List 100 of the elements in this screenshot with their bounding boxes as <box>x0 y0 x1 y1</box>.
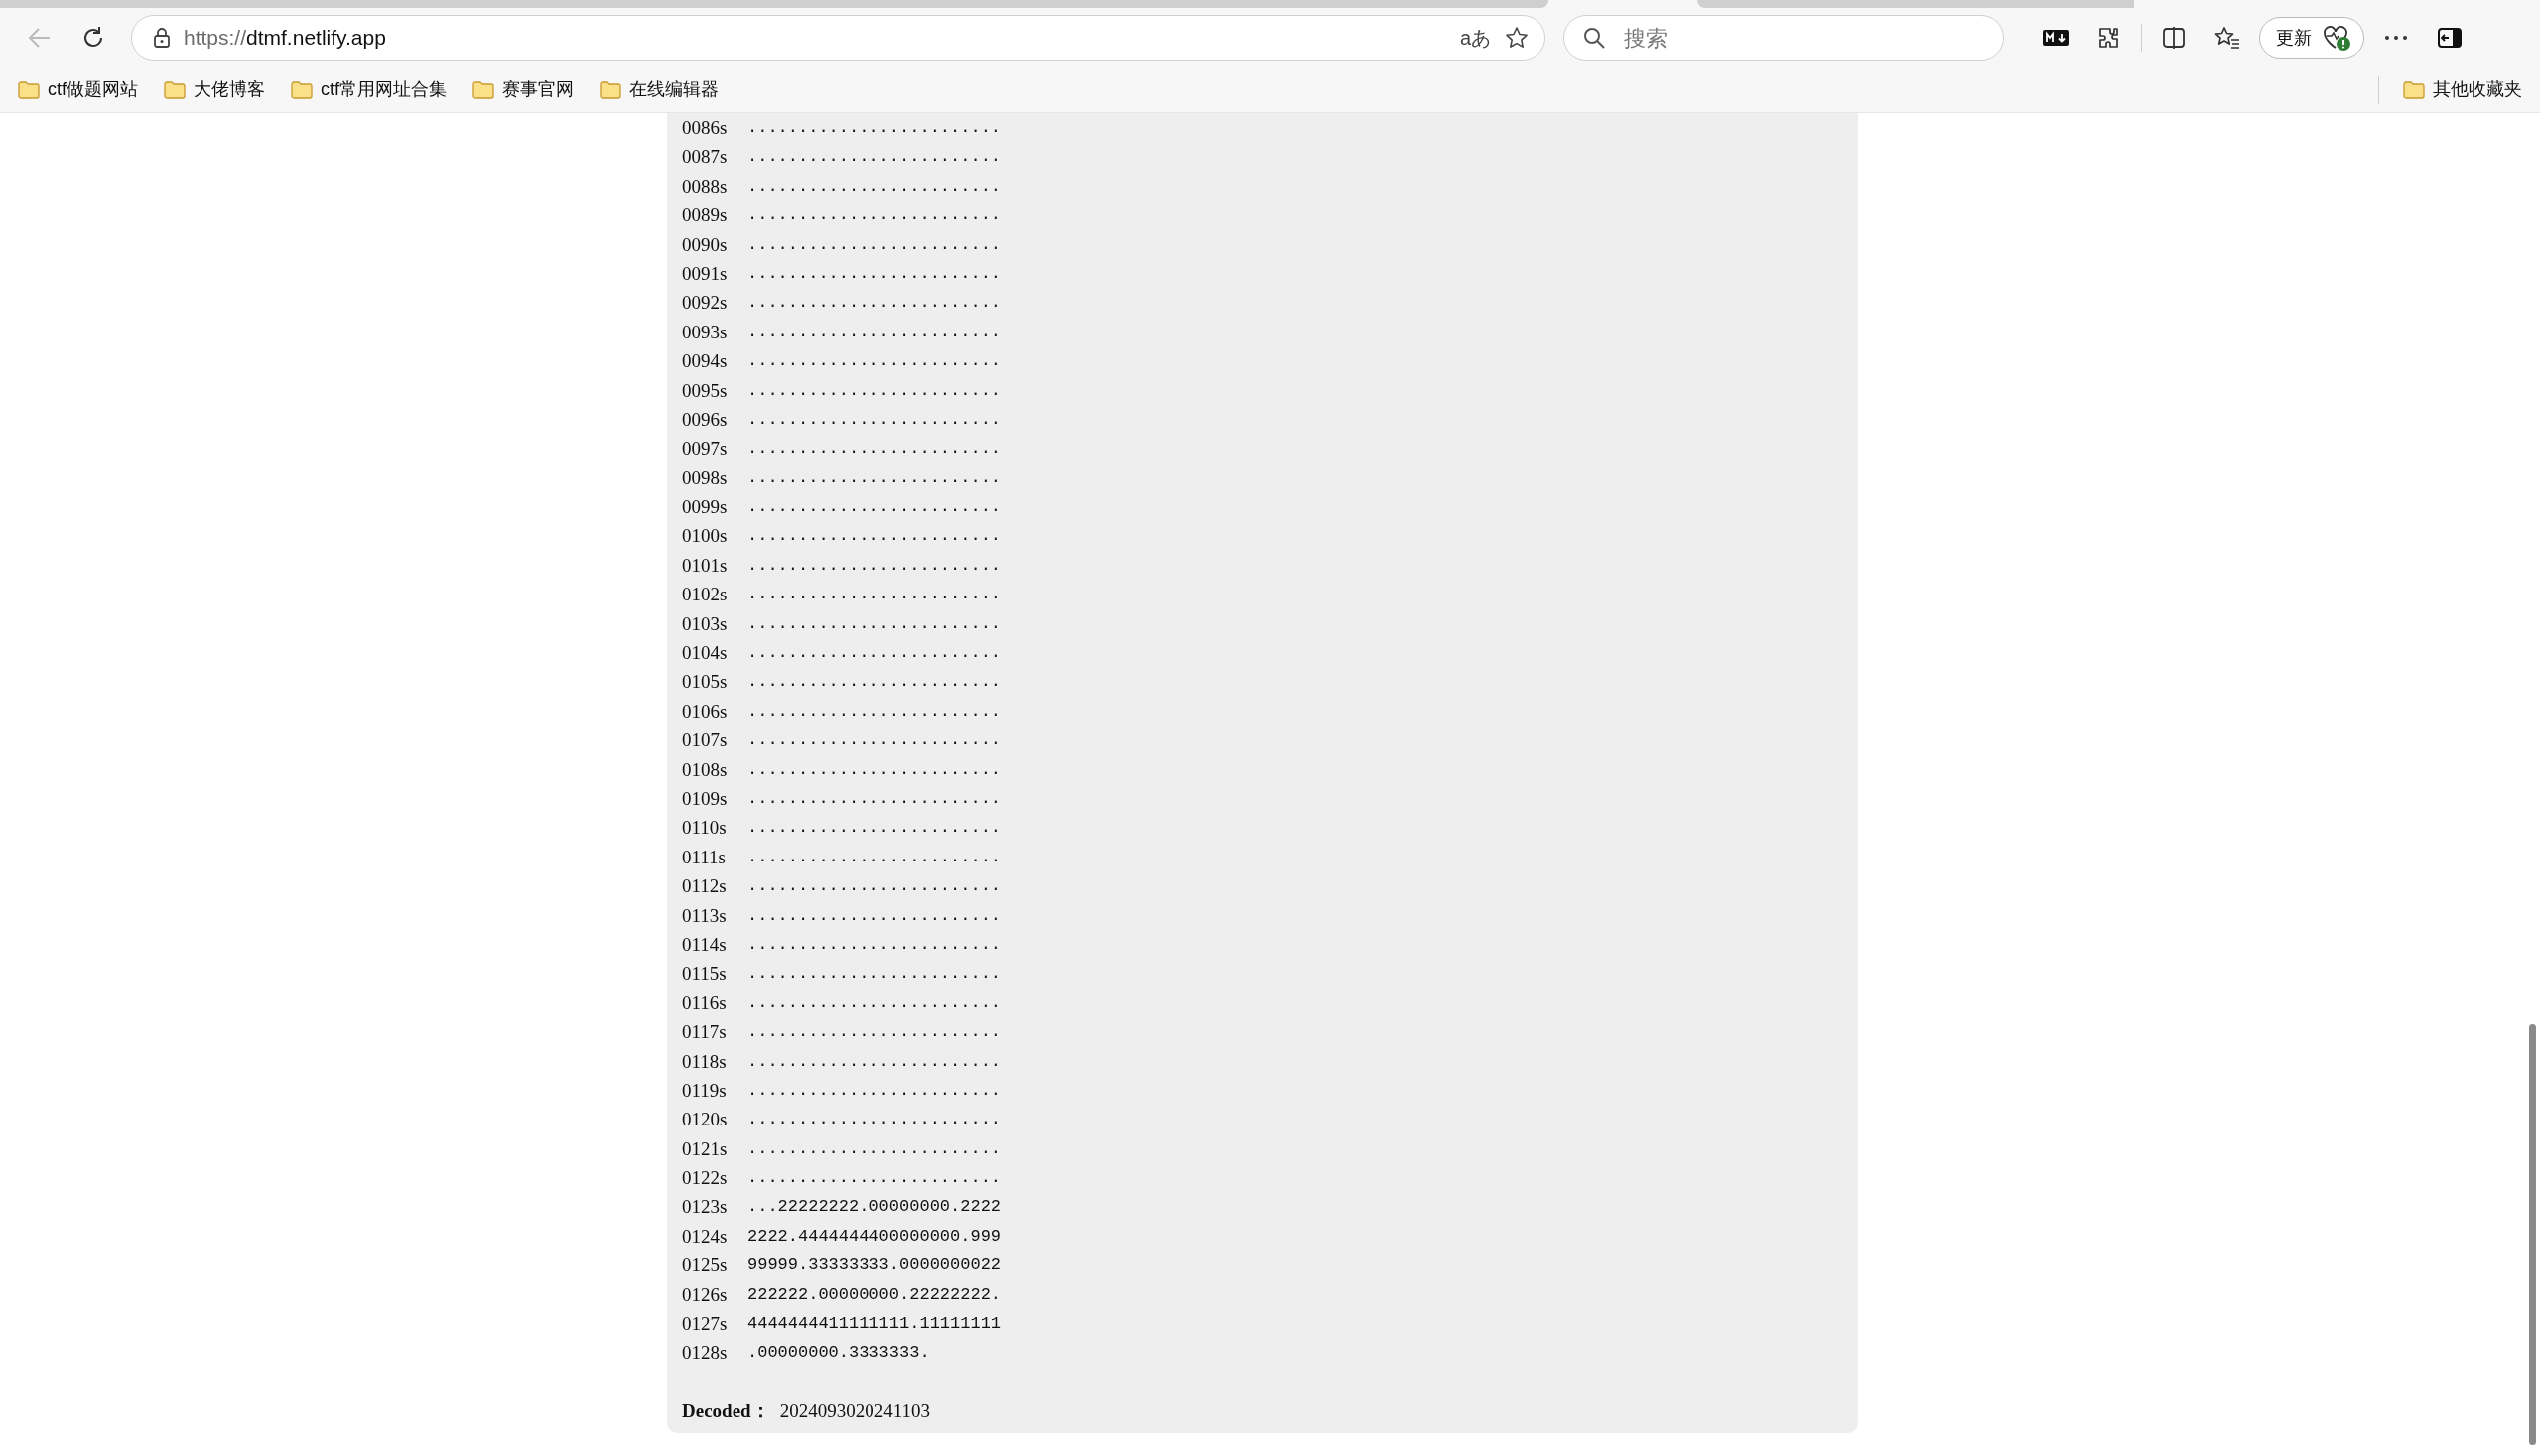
signal-text: ...22222222.00000000.2222 <box>747 1196 1002 1219</box>
time-label: 0102s <box>682 583 729 607</box>
signal-text: ......................... <box>747 933 1002 956</box>
signal-text: ......................... <box>747 875 1002 898</box>
time-label: 0114s <box>682 932 728 957</box>
signal-text: ......................... <box>747 963 1002 986</box>
time-label: 0095s <box>682 378 729 403</box>
signal-text: ......................... <box>747 729 1002 752</box>
signal-text: ......................... <box>747 438 1002 461</box>
time-label: 0126s <box>682 1282 729 1307</box>
signal-text: ......................... <box>747 1109 1002 1131</box>
reload-icon <box>81 26 105 50</box>
signal-text: ......................... <box>747 525 1002 548</box>
bookmark[interactable]: ctf常用网址合集 <box>289 74 450 105</box>
signal-text: ......................... <box>747 788 1002 810</box>
signal-text: ......................... <box>747 496 1002 519</box>
time-label: 0092s <box>682 291 729 316</box>
signal-text: ......................... <box>747 642 1002 665</box>
time-label: 0111s <box>682 845 727 869</box>
extensions-icon <box>2097 26 2121 50</box>
folder-icon <box>291 79 313 100</box>
time-label: 0103s <box>682 611 729 636</box>
time-label: 0128s <box>682 1341 729 1366</box>
markdown-icon <box>2043 30 2069 46</box>
folder-icon <box>472 79 495 100</box>
other-bookmarks-folder[interactable]: 其他收藏夹 <box>2401 74 2524 105</box>
time-label: 0107s <box>682 728 729 753</box>
signal-text: ......................... <box>747 466 1002 489</box>
time-label: 0091s <box>682 261 729 286</box>
signal-text: ......................... <box>747 1050 1002 1073</box>
time-label: 0125s <box>682 1254 729 1278</box>
time-label: 0113s <box>682 903 728 928</box>
time-label: 0089s <box>682 203 729 228</box>
time-label: 0097s <box>682 437 729 462</box>
time-label: 0100s <box>682 524 729 549</box>
signal-text: ......................... <box>747 175 1002 198</box>
signal-text: ......................... <box>747 262 1002 285</box>
signal-text: ......................... <box>747 846 1002 868</box>
time-label: 0123s <box>682 1195 729 1220</box>
signal-text: ......................... <box>747 904 1002 927</box>
address-bar[interactable]: https://dtmf.netlify.app aあ <box>131 15 1545 61</box>
signal-text: ......................... <box>747 554 1002 577</box>
time-label: 0122s <box>682 1166 729 1191</box>
more-icon <box>2384 35 2408 41</box>
time-label: 0106s <box>682 699 729 724</box>
decoded-label: Decoded： <box>682 1398 770 1423</box>
signal-text: ......................... <box>747 612 1002 635</box>
signal-text: ......................... <box>747 292 1002 315</box>
star-icon <box>1505 26 1529 50</box>
signal-text: ......................... <box>747 758 1002 781</box>
update-button[interactable]: 更新 <box>2259 17 2364 59</box>
favorites-icon <box>2214 26 2240 50</box>
time-label: 0090s <box>682 232 729 257</box>
translate-button[interactable]: aあ <box>1459 23 1491 53</box>
folder-icon <box>600 79 622 100</box>
back-icon <box>28 27 52 49</box>
signal-text: ......................... <box>747 233 1002 256</box>
time-label: 0104s <box>682 641 729 666</box>
signal-text: ......................... <box>747 408 1002 431</box>
signal-text: ......................... <box>747 584 1002 606</box>
time-label: 0115s <box>682 962 728 987</box>
decoded-value: 2024093020241103 <box>779 1398 930 1423</box>
time-label: 0093s <box>682 320 729 344</box>
signal-text: ......................... <box>747 817 1002 840</box>
bookmark[interactable]: ctf做题网站 <box>16 74 140 105</box>
time-label: 0120s <box>682 1108 729 1132</box>
bookmark[interactable]: 赛事官网 <box>470 74 577 105</box>
scrollbar-thumb[interactable] <box>2529 1024 2536 1445</box>
signal-text: ......................... <box>747 117 1002 139</box>
signal-text: ......................... <box>747 146 1002 169</box>
time-label: 0127s <box>682 1312 729 1336</box>
time-label: 0096s <box>682 407 729 432</box>
signal-text: 4444444411111111.11111111 <box>747 1313 1002 1335</box>
time-label: 0121s <box>682 1136 729 1161</box>
time-label: 0108s <box>682 757 729 782</box>
bookmark[interactable]: 在线编辑器 <box>598 74 722 105</box>
time-label: 0124s <box>682 1224 729 1249</box>
signal-text: 222222.00000000.22222222. <box>747 1283 1002 1306</box>
time-label: 0112s <box>682 874 728 899</box>
signal-text: ......................... <box>747 700 1002 723</box>
url-text: https://dtmf.netlify.app <box>184 25 387 52</box>
time-label: 0109s <box>682 787 729 811</box>
signal-text: ......................... <box>747 379 1002 402</box>
time-label: 0105s <box>682 670 729 695</box>
signal-text: ......................... <box>747 1167 1002 1190</box>
time-label: 0110s <box>682 816 728 841</box>
time-label: 0098s <box>682 465 729 490</box>
search-field[interactable]: 搜索 <box>1563 15 2004 61</box>
folder-icon <box>2403 79 2425 100</box>
signal-text: ......................... <box>747 321 1002 343</box>
folder-icon <box>164 79 186 100</box>
time-label: 0119s <box>682 1078 728 1103</box>
signal-text: ......................... <box>747 992 1002 1014</box>
time-label: 0117s <box>682 1020 728 1045</box>
time-label: 0086s <box>682 116 729 140</box>
lock-icon <box>154 28 170 48</box>
time-label: 0087s <box>682 145 729 170</box>
signal-text: ......................... <box>747 671 1002 694</box>
bookmark[interactable]: 大佬博客 <box>162 74 267 105</box>
time-label: 0116s <box>682 991 728 1015</box>
